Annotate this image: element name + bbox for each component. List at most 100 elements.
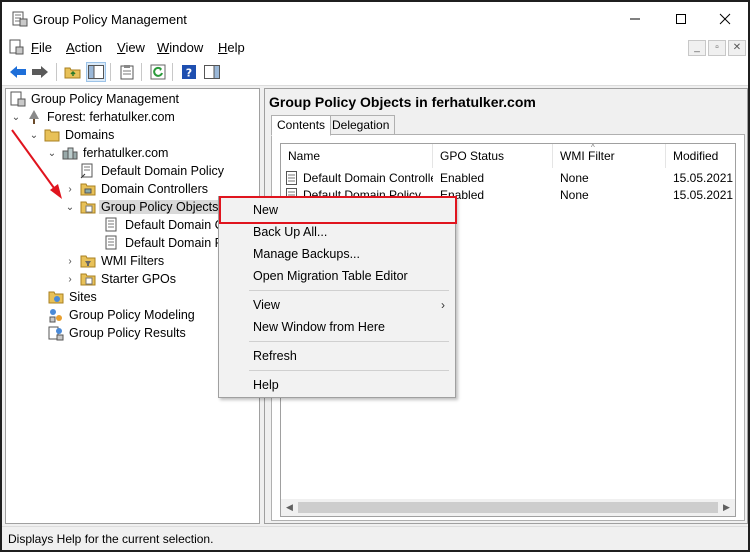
window-title: Group Policy Management	[33, 12, 187, 27]
tree-item-domain-controllers[interactable]: › Domain Controllers	[64, 180, 208, 198]
gpo-document-icon	[105, 235, 117, 250]
sort-indicator-icon: ^	[591, 143, 595, 152]
column-header-wmi-filter[interactable]: WMI Filter	[553, 144, 666, 168]
collapse-chevron-icon[interactable]: ⌄	[10, 112, 22, 123]
menu-action-label: ction	[74, 40, 103, 55]
tree-item-default-domain-policy[interactable]: Default Domain Policy	[80, 162, 224, 180]
tree-item-domain[interactable]: ⌄ ferhatulker.com	[46, 144, 169, 162]
title-bar: Group Policy Management	[2, 2, 748, 36]
maximize-button[interactable]	[658, 2, 704, 36]
modeling-icon	[49, 309, 62, 323]
menu-window-mnemonic: W	[157, 40, 170, 55]
tree-item-domains[interactable]: ⌄ Domains	[28, 126, 115, 144]
help-icon: ?	[182, 65, 196, 80]
toolbar-separator	[141, 63, 142, 81]
expand-chevron-icon[interactable]: ›	[64, 274, 76, 285]
menu-item-new-window-from-here[interactable]: New Window from Here	[219, 316, 455, 338]
collapse-chevron-icon[interactable]: ⌄	[64, 202, 76, 213]
column-header-modified[interactable]: Modified	[666, 144, 735, 168]
domain-icon	[62, 147, 78, 160]
tab-delegation[interactable]: Delegation	[326, 115, 396, 135]
folder-icon	[44, 129, 60, 142]
menu-item-open-migration-table-editor[interactable]: Open Migration Table Editor	[219, 265, 455, 287]
expand-chevron-icon[interactable]: ›	[64, 184, 76, 195]
collapse-chevron-icon[interactable]: ⌄	[28, 130, 40, 141]
menu-item-help[interactable]: Help	[219, 374, 455, 396]
child-minimize-button[interactable]: _	[688, 40, 706, 56]
back-arrow-icon	[10, 66, 26, 78]
column-header-gpo-status[interactable]: GPO Status	[433, 144, 553, 168]
child-restore-button[interactable]: ▫	[708, 40, 726, 56]
horizontal-scrollbar[interactable]: ◀ ▶	[281, 499, 735, 516]
scrollbar-thumb[interactable]	[298, 502, 718, 513]
tree-label-forest: Forest: ferhatulker.com	[47, 110, 175, 124]
menu-item-back-up-all[interactable]: Back Up All...	[219, 221, 455, 243]
scroll-left-arrow-icon[interactable]: ◀	[286, 502, 293, 513]
menu-item-view[interactable]: View ›	[219, 294, 455, 316]
results-icon	[48, 326, 64, 341]
tree-item-group-policy-modeling[interactable]: Group Policy Modeling	[48, 306, 195, 324]
tab-contents[interactable]: Contents	[271, 115, 332, 136]
minimize-icon	[630, 18, 640, 20]
cell-wmi-filter: None	[560, 188, 589, 202]
console-tree-icon	[88, 65, 104, 79]
menu-action[interactable]: Action	[66, 40, 102, 55]
menu-window[interactable]: Window	[157, 40, 203, 55]
menu-help[interactable]: Help	[218, 40, 245, 55]
table-row[interactable]: Default Domain Controller... Enabled Non…	[281, 170, 735, 187]
ou-folder-icon	[80, 183, 96, 196]
show-hide-console-tree-button[interactable]	[86, 62, 106, 82]
menu-view[interactable]: View	[117, 40, 145, 55]
results-pane-title: Group Policy Objects in ferhatulker.com	[269, 94, 536, 110]
column-header-name[interactable]: Name	[281, 144, 433, 168]
tree-item-wmi-filters[interactable]: › WMI Filters	[64, 252, 164, 270]
minimize-button[interactable]	[612, 2, 658, 36]
tree-item-gpo-child-2[interactable]: Default Domain P	[104, 234, 223, 252]
scroll-right-arrow-icon[interactable]: ▶	[723, 502, 730, 513]
cell-gpo-status: Enabled	[440, 171, 485, 185]
gpo-document-icon	[286, 171, 297, 185]
toolbar-separator	[56, 63, 57, 81]
menu-help-label: elp	[227, 40, 245, 55]
cell-modified: 15.05.2021	[673, 188, 734, 202]
tree-label-wmi-filters: WMI Filters	[101, 254, 165, 268]
sites-icon	[48, 291, 64, 304]
up-one-level-button[interactable]	[63, 62, 83, 82]
tree-item-forest[interactable]: ⌄ Forest: ferhatulker.com	[10, 108, 175, 126]
menu-item-view-label: View	[253, 298, 280, 312]
cell-modified: 15.05.2021	[673, 171, 734, 185]
show-action-pane-button[interactable]	[202, 62, 222, 82]
menu-item-new[interactable]: New	[219, 199, 455, 221]
clipboard-icon	[120, 65, 134, 80]
help-button[interactable]: ?	[179, 62, 199, 82]
tree-item-starter-gpos[interactable]: › Starter GPOs	[64, 270, 176, 288]
refresh-button[interactable]	[148, 62, 168, 82]
tree-label-group-policy-results: Group Policy Results	[69, 326, 186, 340]
child-close-button[interactable]: ✕	[728, 40, 746, 56]
refresh-icon	[150, 64, 166, 80]
tree-label-sites: Sites	[69, 290, 97, 304]
close-icon	[719, 13, 731, 25]
gpo-folder-icon	[80, 201, 96, 214]
menu-bar: File Action View Window Help _ ▫ ✕	[2, 36, 748, 58]
forward-button[interactable]	[30, 62, 50, 82]
properties-button[interactable]	[117, 62, 137, 82]
menu-item-refresh[interactable]: Refresh	[219, 345, 455, 367]
mmc-document-icon[interactable]	[8, 39, 24, 55]
collapse-chevron-icon[interactable]: ⌄	[46, 148, 58, 159]
menu-file[interactable]: File	[31, 40, 52, 55]
gpo-document-icon	[105, 217, 117, 232]
tree-item-gpo-child-1[interactable]: Default Domain C	[104, 216, 224, 234]
menu-separator	[249, 341, 449, 342]
tree-item-sites[interactable]: Sites	[48, 288, 97, 306]
close-button[interactable]	[702, 2, 748, 36]
tree-label-group-policy-objects: Group Policy Objects	[99, 200, 221, 214]
tree-item-root[interactable]: Group Policy Management	[10, 90, 179, 108]
tree-label-root: Group Policy Management	[31, 92, 179, 106]
back-button[interactable]	[8, 62, 28, 82]
menu-item-manage-backups[interactable]: Manage Backups...	[219, 243, 455, 265]
expand-chevron-icon[interactable]: ›	[64, 256, 76, 267]
tree-item-group-policy-objects[interactable]: ⌄ Group Policy Objects	[64, 198, 221, 216]
status-text: Displays Help for the current selection.	[8, 532, 214, 546]
tree-item-group-policy-results[interactable]: Group Policy Results	[48, 324, 186, 342]
